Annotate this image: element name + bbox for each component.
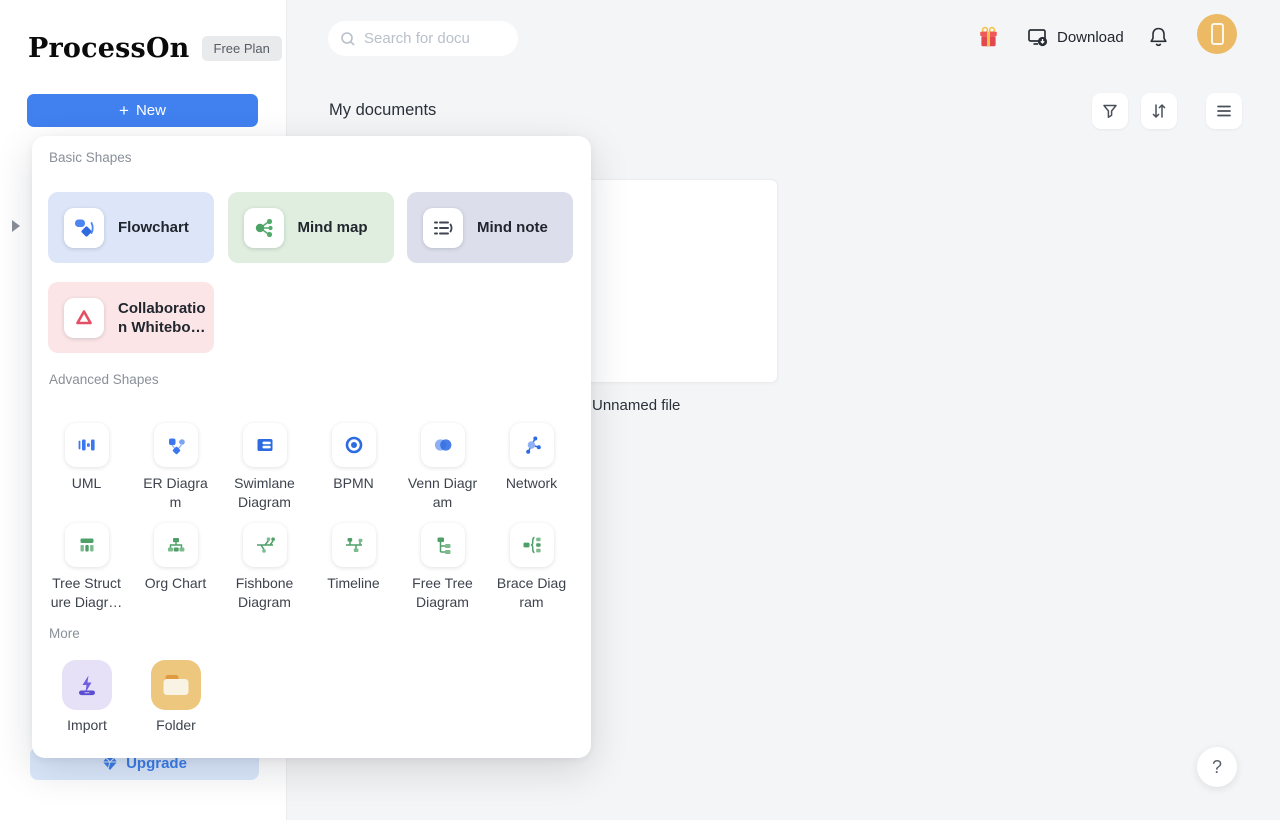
sort-icon — [1150, 102, 1168, 120]
menu-item-brace-diagram[interactable]: Brace Diag ram — [487, 523, 576, 612]
network-icon — [510, 423, 554, 467]
document-card[interactable] — [560, 180, 777, 382]
swimlane-icon — [243, 423, 287, 467]
menu-item-tree-structure-diagram[interactable]: Tree Struct ure Diagr… — [42, 523, 131, 612]
org-chart-icon — [154, 523, 198, 567]
brand-logo: ProcessOn — [28, 33, 190, 64]
menu-item-uml[interactable]: UML — [42, 423, 131, 512]
filter-icon — [1101, 102, 1119, 120]
menu-item-label: BPMN — [333, 474, 373, 493]
document-card-label[interactable]: Unnamed file — [592, 397, 680, 414]
download-button[interactable]: Download — [1026, 25, 1124, 49]
free-tree-icon — [421, 523, 465, 567]
bpmn-icon — [332, 423, 376, 467]
help-button[interactable]: ? — [1197, 747, 1237, 787]
menu-item-label: Org Chart — [145, 574, 206, 593]
menu-item-mind-note[interactable]: Mind note — [407, 192, 573, 263]
menu-item-label: Folder — [131, 717, 221, 733]
menu-item-label: UML — [72, 474, 102, 493]
gift-button[interactable] — [977, 25, 1000, 49]
advanced-shapes-title: Advanced Shapes — [49, 372, 159, 387]
page-title: My documents — [329, 101, 436, 120]
er-diagram-icon — [154, 423, 198, 467]
menu-item-er-diagram[interactable]: ER Diagra m — [131, 423, 220, 512]
menu-item-swimlane-diagram[interactable]: Swimlane Diagram — [220, 423, 309, 512]
menu-item-label: Free Tree Diagram — [412, 574, 473, 612]
search-input[interactable] — [364, 30, 504, 47]
more-title: More — [49, 626, 80, 641]
menu-item-folder[interactable] — [151, 660, 201, 710]
new-menu-panel: Basic Shapes Flowchart Mind map Mind not… — [32, 136, 591, 758]
logo-row: ProcessOn Free Plan — [28, 33, 282, 64]
advanced-row-1: UML ER Diagra m Swimlane Diagram BPMN Ve… — [42, 423, 576, 512]
whiteboard-icon — [64, 298, 104, 338]
plan-badge: Free Plan — [202, 36, 282, 61]
venn-icon — [421, 423, 465, 467]
menu-item-fishbone-diagram[interactable]: Fishbone Diagram — [220, 523, 309, 612]
view-menu-button[interactable] — [1206, 93, 1242, 129]
menu-item-bpmn[interactable]: BPMN — [309, 423, 398, 512]
tree-structure-icon — [65, 523, 109, 567]
menu-item-label: Mind note — [477, 218, 548, 237]
uml-icon — [65, 423, 109, 467]
filter-button[interactable] — [1092, 93, 1128, 129]
menu-item-network[interactable]: Network — [487, 423, 576, 512]
menu-item-timeline[interactable]: Timeline — [309, 523, 398, 612]
menu-item-label: ER Diagra m — [143, 474, 208, 512]
menu-item-label: Brace Diag ram — [497, 574, 566, 612]
gem-icon — [102, 757, 118, 771]
menu-item-mind-map[interactable]: Mind map — [228, 192, 394, 263]
menu-item-label: Fishbone Diagram — [236, 574, 294, 612]
download-label: Download — [1057, 29, 1124, 46]
notifications-button[interactable] — [1147, 25, 1170, 49]
mindmap-icon — [244, 208, 284, 248]
search-box — [328, 21, 518, 56]
avatar-placeholder-glyph — [1211, 23, 1224, 45]
sidebar-expand-icon[interactable] — [12, 220, 20, 232]
menu-icon — [1215, 102, 1233, 120]
menu-item-flowchart[interactable]: Flowchart — [48, 192, 214, 263]
mindnote-icon — [423, 208, 463, 248]
advanced-row-2: Tree Struct ure Diagr… Org Chart Fishbon… — [42, 523, 576, 612]
menu-item-label: Tree Struct ure Diagr… — [51, 574, 123, 612]
basic-shapes-title: Basic Shapes — [49, 150, 132, 165]
menu-item-label: Venn Diagr am — [408, 474, 477, 512]
brace-icon — [510, 523, 554, 567]
import-icon — [73, 671, 101, 699]
plus-icon: + — [119, 102, 129, 119]
timeline-icon — [332, 523, 376, 567]
folder-icon — [159, 668, 193, 702]
menu-item-collaboration-whiteboard[interactable]: Collaboratio n Whitebo… — [48, 282, 214, 353]
menu-item-label: Network — [506, 474, 557, 493]
search-icon — [340, 31, 356, 47]
new-button[interactable]: + New — [27, 94, 258, 127]
bell-icon — [1147, 25, 1170, 49]
menu-item-org-chart[interactable]: Org Chart — [131, 523, 220, 612]
sort-button[interactable] — [1141, 93, 1177, 129]
menu-item-free-tree-diagram[interactable]: Free Tree Diagram — [398, 523, 487, 612]
gift-icon — [977, 25, 1000, 49]
menu-item-label: Timeline — [327, 574, 379, 593]
download-icon — [1026, 25, 1050, 49]
new-button-label: New — [136, 102, 166, 119]
flowchart-icon — [64, 208, 104, 248]
avatar[interactable] — [1197, 14, 1237, 54]
menu-item-label: Mind map — [298, 218, 368, 237]
menu-item-label: Swimlane Diagram — [234, 474, 295, 512]
menu-item-label: Collaboratio n Whitebo… — [118, 299, 206, 337]
fishbone-icon — [243, 523, 287, 567]
menu-item-label: Flowchart — [118, 218, 189, 237]
menu-item-import[interactable] — [62, 660, 112, 710]
menu-item-label: Import — [42, 717, 132, 733]
menu-item-venn-diagram[interactable]: Venn Diagr am — [398, 423, 487, 512]
